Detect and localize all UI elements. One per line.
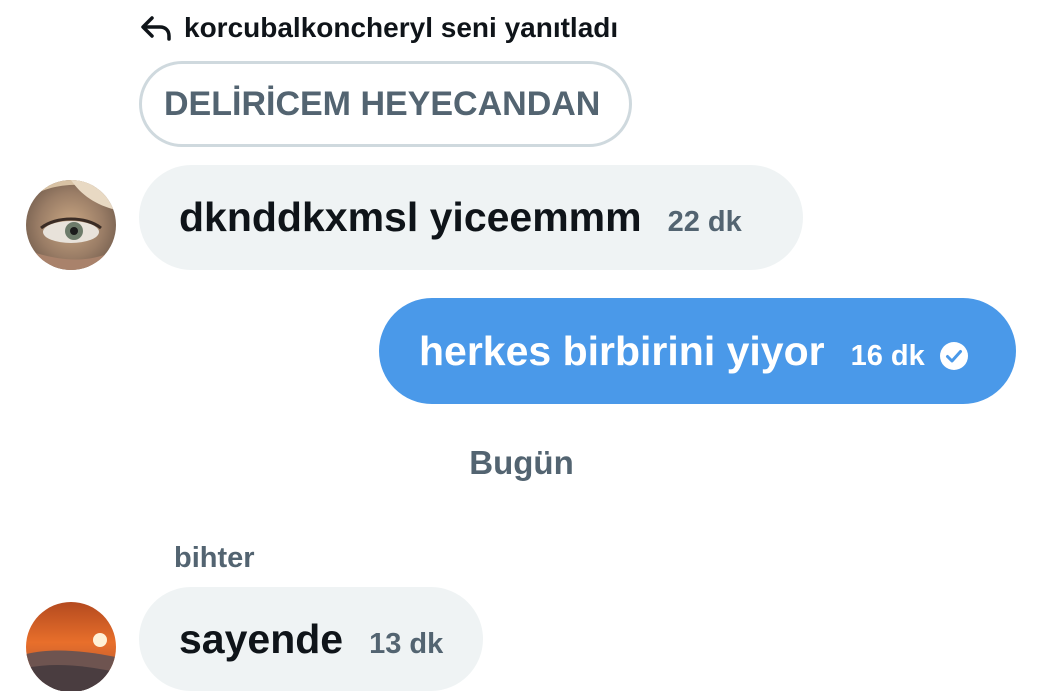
message-bubble[interactable]: herkes birbirini yiyor 16 dk (379, 298, 1016, 404)
reply-context-text: korcubalkoncheryl seni yanıtladı (184, 12, 619, 43)
date-separator: Bugün (0, 444, 1061, 482)
reply-arrow-icon (140, 14, 172, 42)
message-text: herkes birbirini yiyor (419, 327, 825, 374)
quoted-message-text: DELİRİCEM HEYECANDAN (164, 84, 601, 123)
message-timestamp: 16 dk (850, 339, 925, 372)
message-text: sayende (179, 615, 344, 662)
avatar-eye-image (26, 180, 116, 270)
dm-conversation: korcubalkoncheryl seni yanıtladı DELİRİC… (0, 0, 1061, 691)
quoted-message[interactable]: DELİRİCEM HEYECANDAN (139, 61, 632, 147)
message-bubble[interactable]: sayende 13 dk (139, 587, 483, 691)
read-check-icon (925, 331, 969, 371)
message-bubble[interactable]: dknddkxmsl yiceemmm 22 dk (139, 165, 803, 270)
sender-name: bihter (174, 542, 255, 574)
message-timestamp: 22 dk (667, 206, 742, 238)
avatar-sunset-image (26, 602, 116, 691)
message-timestamp: 13 dk (369, 627, 444, 660)
date-separator-text: Bugün (469, 444, 574, 481)
avatar[interactable] (26, 602, 116, 691)
avatar[interactable] (26, 180, 116, 270)
message-text: dknddkxmsl yiceemmm (179, 194, 642, 240)
reply-context: korcubalkoncheryl seni yanıtladı (140, 12, 618, 44)
